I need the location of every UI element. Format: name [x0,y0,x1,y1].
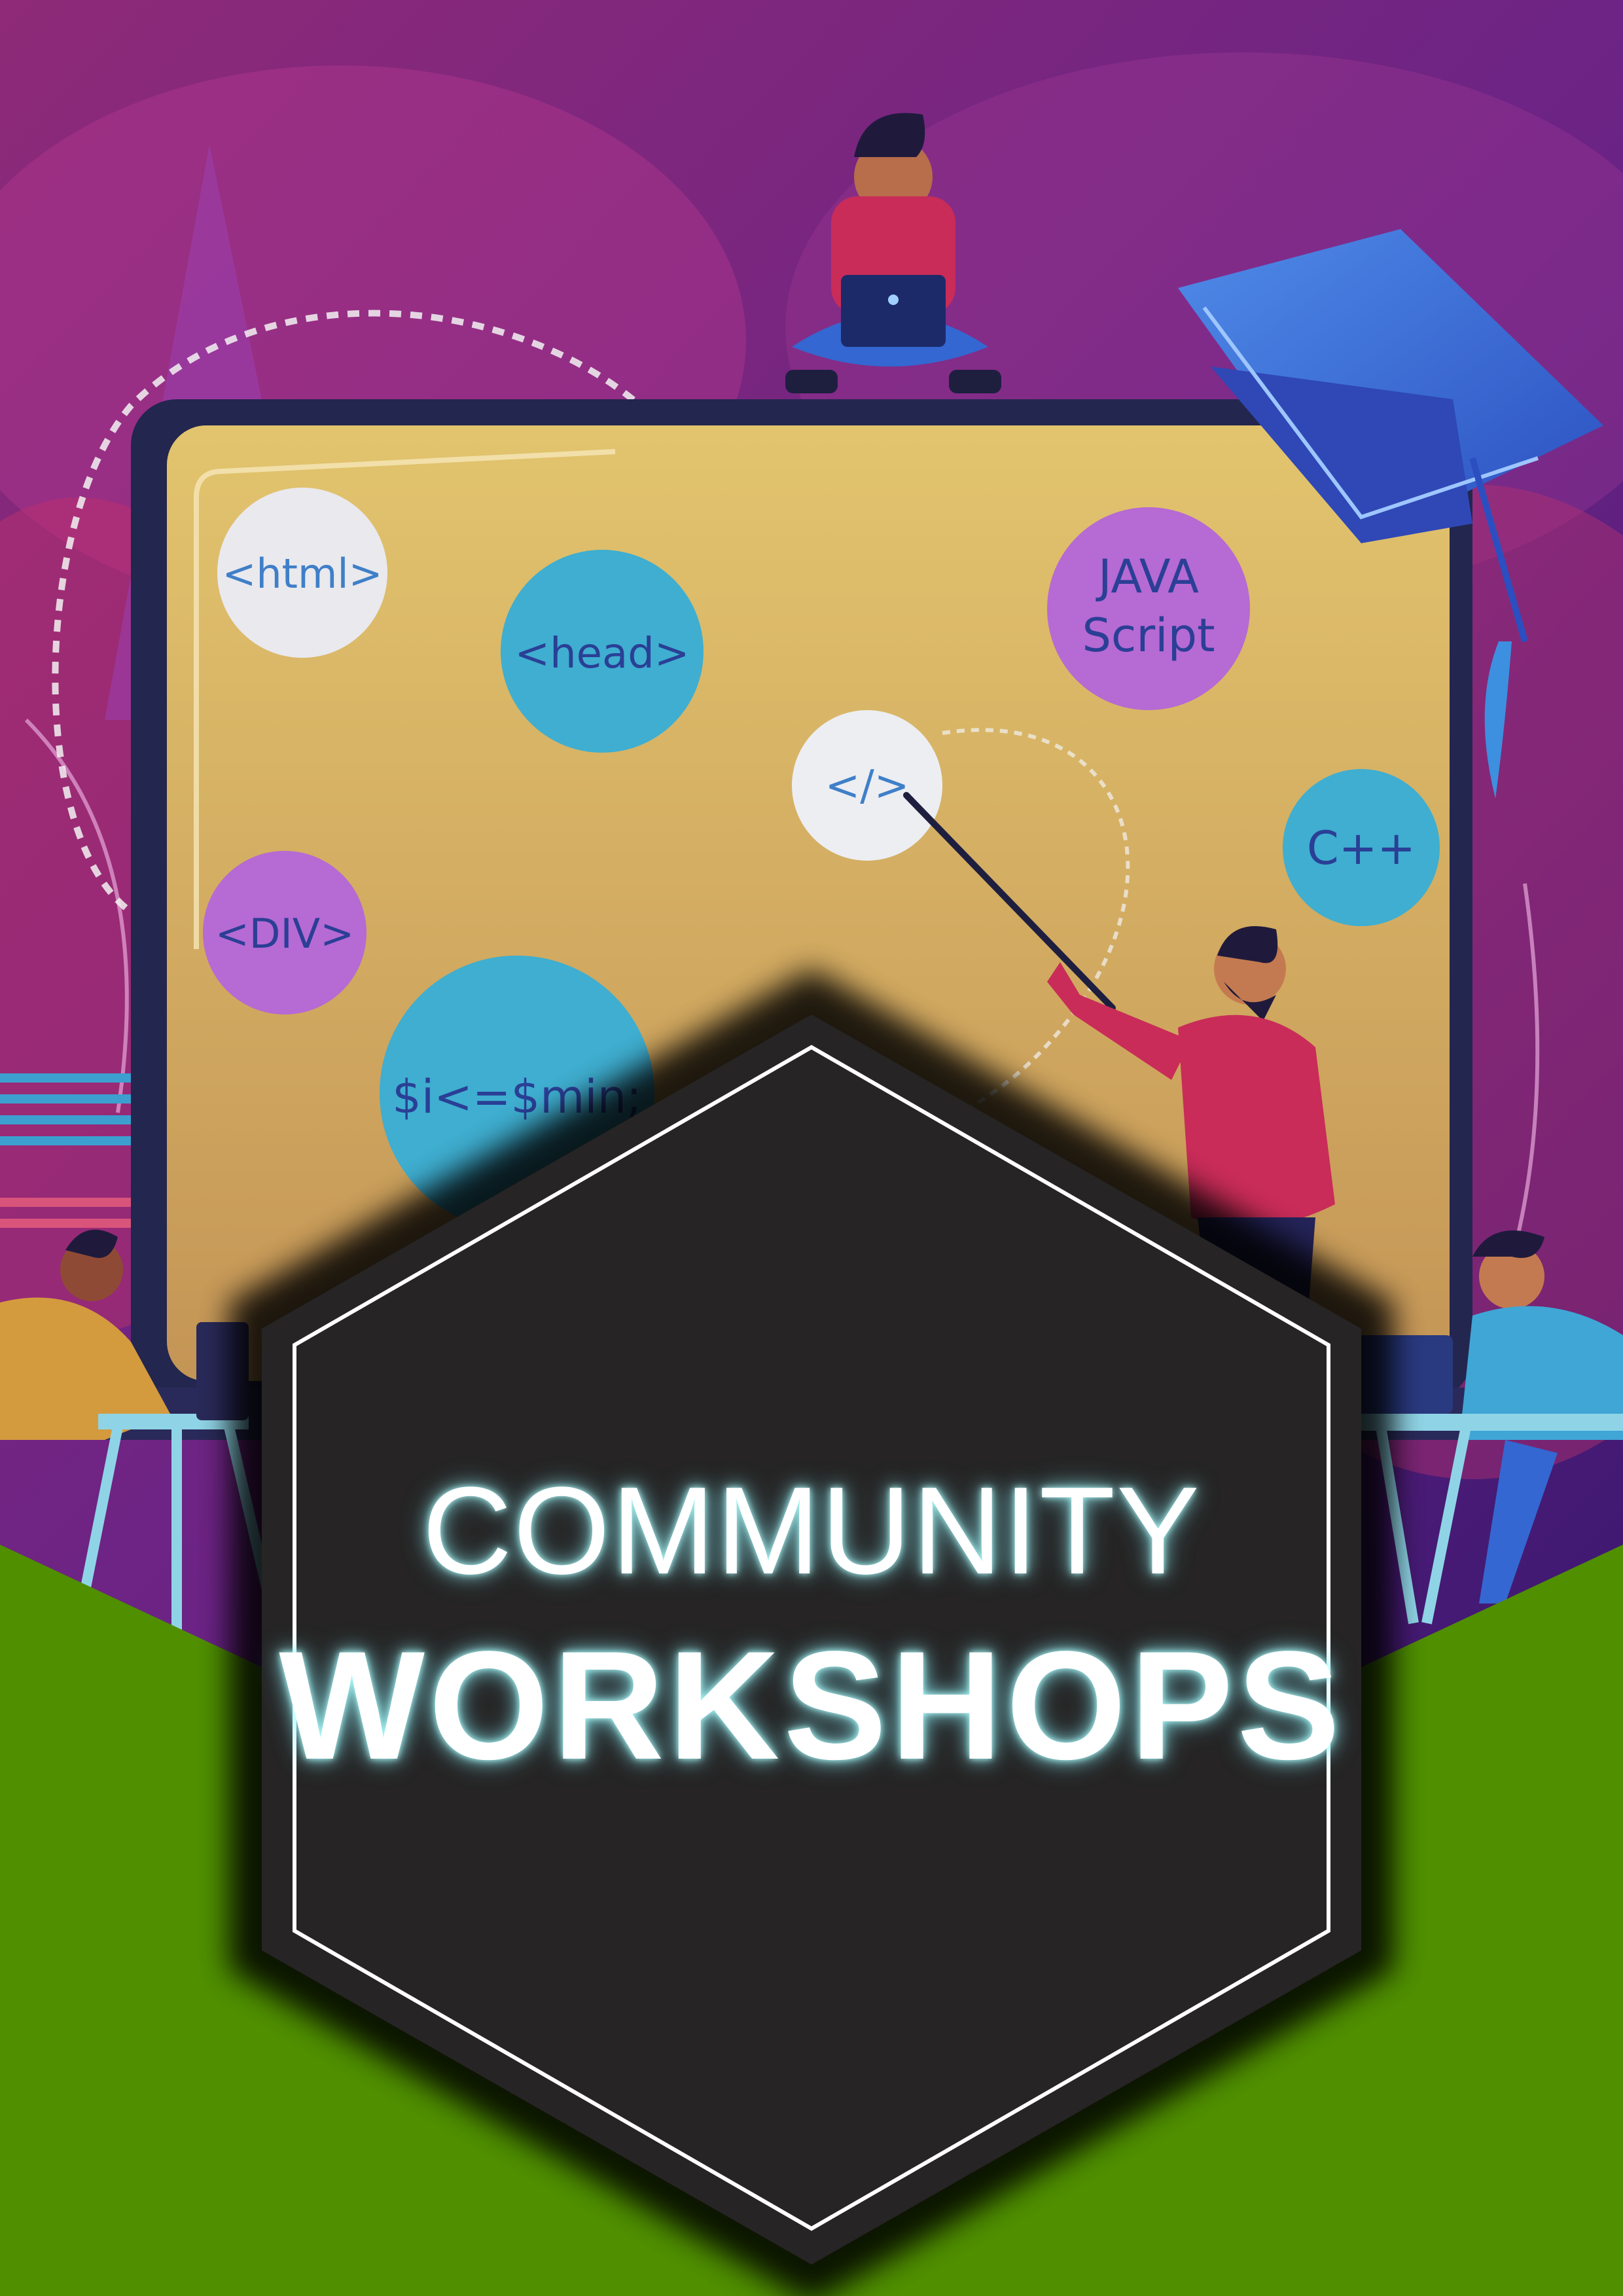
svg-text:C++: C++ [1307,821,1416,875]
code-bubble-cpp: C++ [1283,769,1440,926]
code-bubble-javascript: JAVA Script [1047,507,1250,710]
svg-text:<DIV>: <DIV> [215,910,354,958]
svg-text:JAVA: JAVA [1096,550,1199,603]
code-bubble-close-tag: </> [792,710,942,861]
title-workshops: WORKSHOPS [279,1619,1344,1792]
code-bubble-head: <head> [501,550,704,753]
svg-text:Script: Script [1082,609,1215,662]
poster-artwork: <html> <head> JAVA Script </> C++ <DIV> … [0,0,1623,2296]
svg-text:<head>: <head> [514,630,689,678]
title-community: COMMUNITY [422,1462,1201,1600]
code-bubble-html: <html> [217,488,387,658]
svg-text:<html>: <html> [222,550,382,598]
code-bubble-div: <DIV> [203,851,366,1014]
svg-text:</>: </> [825,762,910,810]
